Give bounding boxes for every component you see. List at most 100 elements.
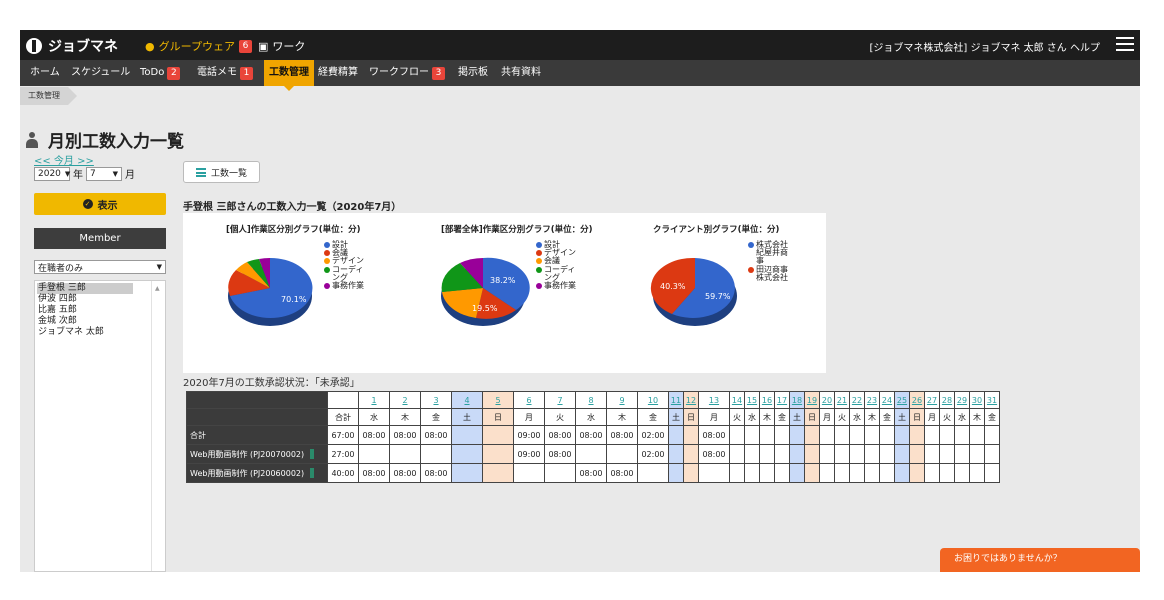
day-link[interactable]: 23 [864, 391, 880, 409]
time-cell[interactable] [744, 444, 760, 464]
member-item[interactable]: 手登根 三郎 [37, 283, 133, 294]
nav-shared-docs[interactable]: 共有資料 [501, 60, 541, 86]
time-cell[interactable] [683, 425, 699, 445]
day-link[interactable]: 15 [744, 391, 760, 409]
time-cell[interactable] [924, 463, 940, 483]
time-cell[interactable] [482, 463, 514, 483]
day-link[interactable]: 13 [698, 391, 730, 409]
month-select[interactable]: 7 ▼ [86, 166, 122, 181]
time-cell[interactable]: 08:00 [420, 463, 452, 483]
time-cell[interactable] [744, 463, 760, 483]
time-cell[interactable] [759, 425, 775, 445]
time-cell[interactable] [939, 463, 955, 483]
day-link[interactable]: 20 [819, 391, 835, 409]
time-cell[interactable] [744, 425, 760, 445]
time-cell[interactable] [482, 444, 514, 464]
nav-workflow[interactable]: ワークフロー 3 [369, 60, 445, 86]
time-cell[interactable]: 08:00 [544, 425, 576, 445]
time-cell[interactable] [683, 463, 699, 483]
time-cell[interactable] [879, 444, 895, 464]
time-cell[interactable] [864, 425, 880, 445]
time-cell[interactable] [909, 463, 925, 483]
time-cell[interactable] [482, 425, 514, 445]
time-cell[interactable] [606, 444, 638, 464]
day-link[interactable]: 17 [774, 391, 790, 409]
time-cell[interactable] [849, 463, 865, 483]
time-cell[interactable] [894, 444, 910, 464]
nav-schedule[interactable]: スケジュール [71, 60, 130, 86]
help-link[interactable]: ヘルプ [1070, 43, 1100, 54]
day-link[interactable]: 8 [575, 391, 607, 409]
day-link[interactable]: 11 [668, 391, 684, 409]
day-link[interactable]: 21 [834, 391, 850, 409]
time-cell[interactable] [759, 463, 775, 483]
day-link[interactable]: 25 [894, 391, 910, 409]
groupware-menu[interactable]: ● グループウェア 6 [145, 38, 252, 54]
day-link[interactable]: 19 [804, 391, 820, 409]
day-link[interactable]: 29 [954, 391, 970, 409]
time-cell[interactable] [774, 444, 790, 464]
work-menu[interactable]: ▣ ワーク [258, 38, 305, 54]
time-cell[interactable] [789, 425, 805, 445]
time-cell[interactable] [729, 463, 745, 483]
time-cell[interactable] [729, 425, 745, 445]
time-cell[interactable] [389, 444, 421, 464]
day-link[interactable]: 7 [544, 391, 576, 409]
time-cell[interactable] [954, 463, 970, 483]
member-item[interactable]: 比嘉 五郎 [37, 305, 133, 316]
time-cell[interactable] [939, 444, 955, 464]
time-cell[interactable]: 08:00 [389, 463, 421, 483]
member-filter-select[interactable]: 在職者のみ ▼ [34, 260, 166, 274]
time-cell[interactable] [969, 463, 985, 483]
time-cell[interactable]: 08:00 [698, 444, 730, 464]
day-link[interactable]: 4 [451, 391, 483, 409]
time-cell[interactable]: 08:00 [358, 463, 390, 483]
logo[interactable]: ジョブマネ [26, 36, 118, 56]
month-nav[interactable]: << 今月 >> [34, 152, 94, 167]
time-cell[interactable]: 08:00 [544, 444, 576, 464]
time-cell[interactable] [774, 463, 790, 483]
day-link[interactable]: 26 [909, 391, 925, 409]
member-list-scrollbar[interactable] [151, 281, 165, 571]
time-cell[interactable]: 09:00 [513, 444, 545, 464]
time-cell[interactable]: 02:00 [637, 444, 669, 464]
time-cell[interactable] [544, 463, 576, 483]
time-cell[interactable] [668, 444, 684, 464]
member-item[interactable]: 伊波 四郎 [37, 294, 133, 305]
time-cell[interactable] [575, 444, 607, 464]
day-link[interactable]: 12 [683, 391, 699, 409]
day-link[interactable]: 16 [759, 391, 775, 409]
time-cell[interactable] [819, 463, 835, 483]
day-link[interactable]: 2 [389, 391, 421, 409]
time-cell[interactable] [984, 425, 1000, 445]
time-cell[interactable] [451, 463, 483, 483]
day-link[interactable]: 14 [729, 391, 745, 409]
time-cell[interactable] [804, 444, 820, 464]
time-cell[interactable] [969, 425, 985, 445]
day-link[interactable]: 1 [358, 391, 390, 409]
day-link[interactable]: 9 [606, 391, 638, 409]
time-cell[interactable] [849, 425, 865, 445]
time-cell[interactable] [759, 444, 775, 464]
time-cell[interactable]: 08:00 [698, 425, 730, 445]
time-cell[interactable] [420, 444, 452, 464]
drag-handle-icon[interactable] [310, 449, 315, 459]
time-cell[interactable] [819, 444, 835, 464]
drag-handle-icon[interactable] [310, 468, 315, 478]
time-cell[interactable] [864, 444, 880, 464]
day-link[interactable]: 10 [637, 391, 669, 409]
time-cell[interactable]: 09:00 [513, 425, 545, 445]
day-link[interactable]: 6 [513, 391, 545, 409]
nav-phone-memo[interactable]: 電話メモ 1 [197, 60, 253, 86]
day-link[interactable]: 30 [969, 391, 985, 409]
time-cell[interactable]: 08:00 [606, 463, 638, 483]
time-cell[interactable] [451, 425, 483, 445]
time-cell[interactable] [954, 425, 970, 445]
help-bar[interactable]: お困りではありませんか？ [940, 548, 1140, 572]
day-link[interactable]: 22 [849, 391, 865, 409]
time-cell[interactable]: 08:00 [389, 425, 421, 445]
time-cell[interactable] [909, 444, 925, 464]
time-cell[interactable] [969, 444, 985, 464]
nav-workhours[interactable]: 工数管理 [264, 60, 314, 91]
time-cell[interactable] [879, 425, 895, 445]
